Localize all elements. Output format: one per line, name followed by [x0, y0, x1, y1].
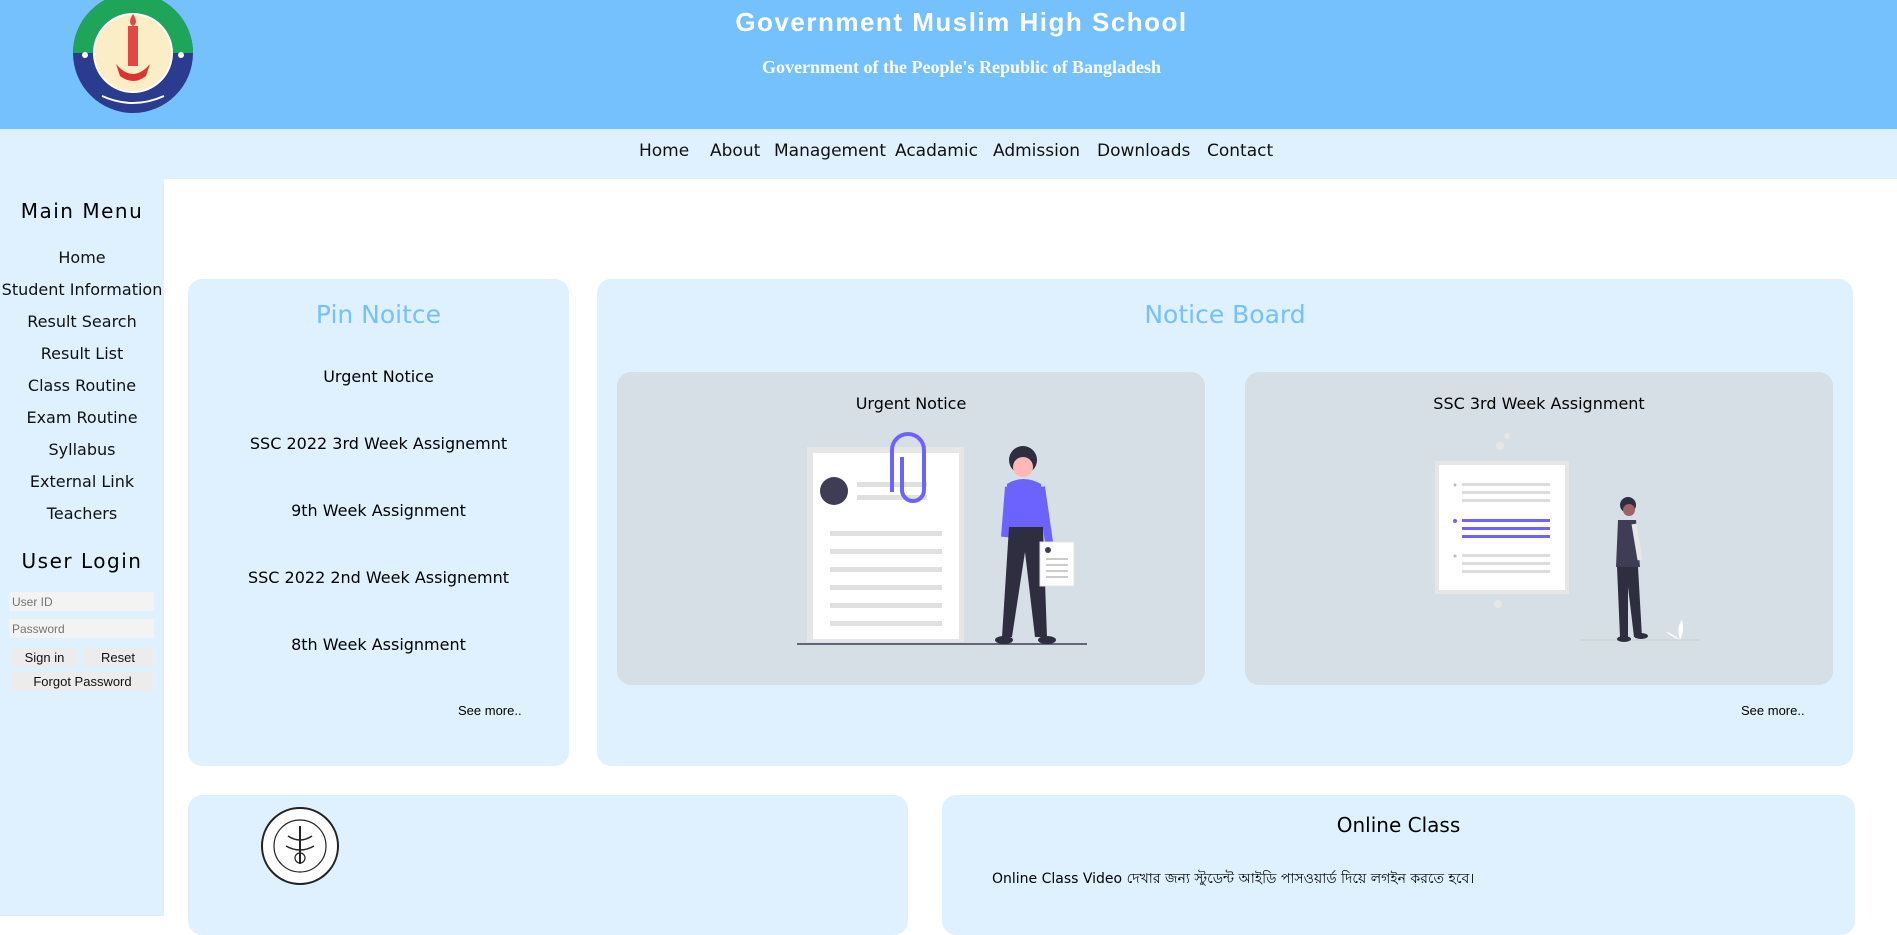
notice-board-title: Notice Board — [1144, 300, 1306, 329]
document-man-illustration — [1435, 433, 1700, 642]
password-input[interactable] — [9, 619, 154, 638]
sidebar-item-teachers[interactable]: Teachers — [0, 504, 164, 523]
sidebar-item-student-information[interactable]: Student Information — [0, 280, 164, 299]
nav-home[interactable]: Home — [639, 141, 689, 161]
pin-notice-item[interactable]: SSC 2022 3rd Week Assignemnt — [188, 434, 569, 453]
sidebar-item-exam-routine[interactable]: Exam Routine — [0, 408, 164, 427]
sidebar-item-syllabus[interactable]: Syllabus — [0, 440, 164, 459]
forgot-password-button[interactable]: Forgot Password — [12, 672, 153, 691]
site-header: Government Muslim High School Government… — [0, 0, 1897, 129]
school-emblem-icon — [261, 807, 339, 885]
notice-card-title: Urgent Notice — [855, 394, 967, 413]
user-login-title: User Login — [21, 549, 143, 573]
user-id-input[interactable] — [9, 592, 154, 611]
nav-about[interactable]: About — [710, 141, 760, 161]
pin-notice-item[interactable]: Urgent Notice — [188, 367, 569, 386]
pin-notice-item[interactable]: 9th Week Assignment — [188, 501, 569, 520]
pin-notice-panel: Pin Noitce Urgent Notice SSC 2022 3rd We… — [188, 279, 569, 766]
main-menu-title: Main Menu — [20, 199, 144, 223]
site-subtitle: Government of the People's Republic of B… — [762, 57, 1161, 77]
nav-management[interactable]: Management — [774, 141, 886, 161]
sidebar-item-result-list[interactable]: Result List — [0, 344, 164, 363]
reset-button[interactable]: Reset — [83, 648, 153, 667]
pin-notice-see-more-link[interactable]: See more.. — [458, 703, 522, 718]
sidebar-item-external-link[interactable]: External Link — [0, 472, 164, 491]
notice-board-see-more-link[interactable]: See more.. — [1741, 703, 1805, 718]
sign-in-button[interactable]: Sign in — [12, 648, 77, 667]
notice-board-panel: Notice Board Urgent Notice SSC 3rd Week … — [597, 279, 1853, 766]
top-navigation: Home About Management Acadamic Admission… — [0, 129, 1897, 179]
sidebar: Main Menu Home Student Information Resul… — [0, 179, 164, 916]
online-class-panel: Online Class Online Class Video দেখার জন… — [942, 795, 1855, 935]
pin-notice-item[interactable]: 8th Week Assignment — [188, 635, 569, 654]
notice-card-ssc-assignment[interactable]: SSC 3rd Week Assignment — [1245, 372, 1833, 685]
online-class-text: Online Class Video দেখার জন্য স্টুডেন্ট … — [992, 871, 1475, 887]
sidebar-item-home[interactable]: Home — [0, 248, 164, 267]
site-title: Government Muslim High School — [735, 7, 1188, 37]
online-class-title: Online Class — [1336, 813, 1461, 837]
pin-notice-title: Pin Noitce — [315, 300, 442, 329]
document-woman-illustration — [797, 432, 1087, 645]
school-info-panel — [188, 795, 908, 935]
sidebar-item-result-search[interactable]: Result Search — [0, 312, 164, 331]
notice-card-urgent[interactable]: Urgent Notice — [617, 372, 1205, 685]
nav-admission[interactable]: Admission — [993, 141, 1080, 161]
nav-contact[interactable]: Contact — [1207, 141, 1273, 161]
sidebar-item-class-routine[interactable]: Class Routine — [0, 376, 164, 395]
nav-downloads[interactable]: Downloads — [1097, 141, 1190, 161]
pin-notice-item[interactable]: SSC 2022 2nd Week Assignemnt — [188, 568, 569, 587]
nav-academic[interactable]: Acadamic — [895, 141, 978, 161]
notice-card-title: SSC 3rd Week Assignment — [1433, 394, 1645, 413]
